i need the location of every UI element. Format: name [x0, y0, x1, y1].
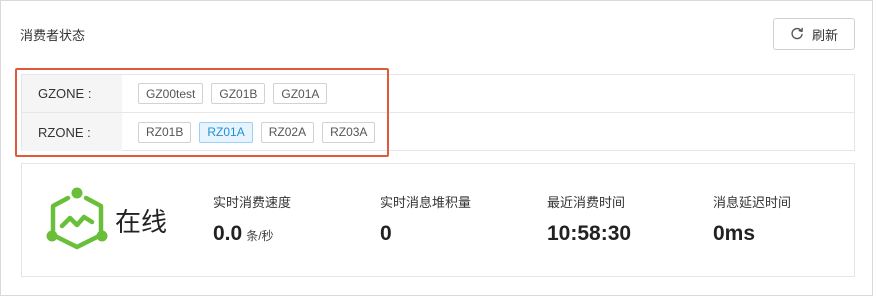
consumer-status-card: 消费者状态 刷新 GZONE : GZ00test GZ01B GZ01A RZ…: [0, 0, 873, 296]
zone-tag[interactable]: RZ02A: [260, 121, 315, 143]
refresh-button[interactable]: 刷新: [773, 18, 855, 50]
zone-label: GZONE :: [22, 75, 122, 112]
metric-value: 0.0 条/秒: [213, 222, 291, 246]
metric-value: 0ms: [713, 222, 756, 245]
metric-value: 10:58:30: [547, 222, 632, 245]
metric-unit: 条/秒: [246, 229, 274, 243]
metric-label: 最近消费时间: [547, 195, 626, 210]
section-title: 消费者状态: [20, 28, 86, 43]
zone-table: GZONE : GZ00test GZ01B GZ01A RZONE : RZ0…: [21, 74, 855, 151]
online-status-icon: [46, 186, 108, 252]
metric-backlog: 实时消息堆积量 0: [380, 192, 471, 246]
metric-last-consume-time: 最近消费时间 10:58:30: [547, 192, 631, 246]
zone-tag[interactable]: GZ01A: [273, 83, 328, 104]
metric-label: 实时消息堆积量: [380, 195, 472, 210]
zone-tag[interactable]: RZ01A: [199, 121, 253, 143]
metric-value-number: 0.0: [213, 222, 243, 245]
metric-delay: 消息延迟时间 0ms: [713, 192, 791, 246]
zone-row-rzone: RZONE : RZ01B RZ01A RZ02A RZ03A: [22, 113, 854, 151]
zone-row-gzone: GZONE : GZ00test GZ01B GZ01A: [22, 75, 854, 113]
metric-value: 0: [380, 222, 392, 245]
refresh-icon: [790, 27, 804, 41]
zone-tag[interactable]: GZ00test: [138, 83, 204, 104]
metric-consume-speed: 实时消费速度 0.0 条/秒: [213, 192, 291, 246]
zone-tag-list: RZ01B RZ01A RZ02A RZ03A: [122, 113, 376, 151]
zone-label: RZONE :: [22, 113, 122, 151]
zone-tag[interactable]: RZ01B: [138, 121, 192, 143]
status-panel: 在线 实时消费速度 0.0 条/秒 实时消息堆积量 0 最近消费时间 10:58:…: [21, 163, 855, 277]
refresh-button-label: 刷新: [811, 27, 838, 43]
status-text: 在线: [115, 207, 168, 237]
metric-label: 消息延迟时间: [713, 195, 792, 210]
zone-tag-list: GZ00test GZ01B GZ01A: [122, 75, 328, 112]
zone-tag[interactable]: RZ03A: [322, 121, 376, 143]
metric-label: 实时消费速度: [213, 195, 292, 210]
zone-tag[interactable]: GZ01B: [211, 83, 266, 104]
